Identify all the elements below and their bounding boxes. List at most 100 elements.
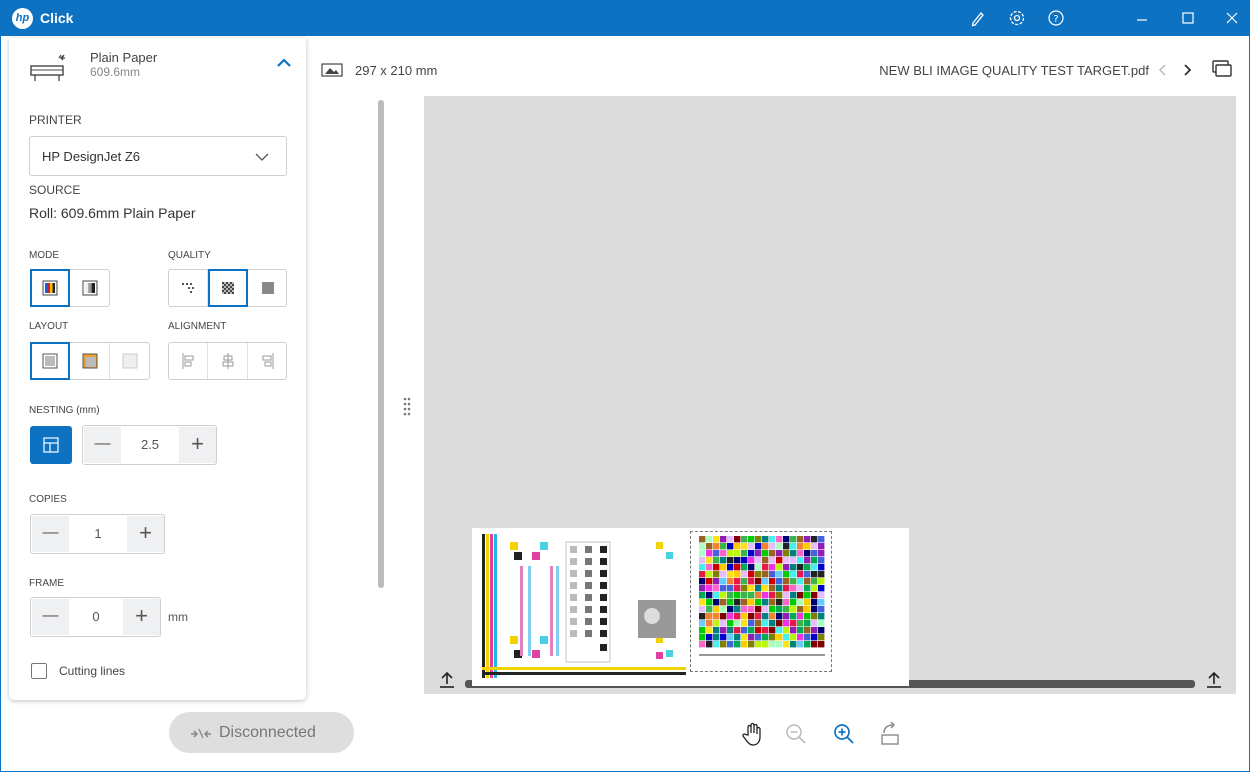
color-patch [720, 536, 727, 543]
color-patch [706, 627, 713, 634]
align-left-button[interactable] [169, 343, 208, 379]
cutting-lines-checkbox[interactable] [31, 663, 47, 679]
color-patch [699, 606, 706, 613]
multiple-files-icon[interactable] [1211, 59, 1233, 79]
color-patch [762, 613, 769, 620]
next-file-chevron-icon[interactable] [1181, 62, 1195, 78]
copies-decrement-button[interactable]: — [32, 516, 69, 552]
color-patch [741, 599, 748, 606]
color-patch [776, 592, 783, 599]
copies-increment-button[interactable]: + [127, 516, 164, 552]
copies-value[interactable]: 1 [69, 515, 127, 553]
alignment-group [168, 342, 287, 380]
color-patch [713, 557, 720, 564]
pan-hand-icon[interactable] [740, 721, 766, 747]
pen-icon[interactable] [968, 8, 988, 28]
color-patch [720, 634, 727, 641]
color-patch [804, 571, 811, 578]
zoom-out-icon[interactable] [784, 722, 808, 746]
frame-decrement-button[interactable]: — [32, 599, 69, 635]
color-patch [713, 606, 720, 613]
quality-normal-button[interactable] [208, 269, 248, 307]
color-patch [706, 564, 713, 571]
color-patch [811, 536, 818, 543]
layout-group [30, 342, 150, 380]
color-patch [811, 543, 818, 550]
test-target-page-1[interactable] [480, 532, 688, 682]
color-patch [776, 585, 783, 592]
printer-select[interactable]: HP DesignJet Z6 [29, 136, 287, 176]
nesting-toggle-button[interactable] [30, 426, 72, 464]
fit-to-page-icon [82, 353, 97, 369]
color-patch [720, 592, 727, 599]
mode-color-button[interactable] [30, 269, 70, 307]
resize-handle-icon[interactable] [402, 396, 412, 418]
color-patch [706, 599, 713, 606]
help-icon[interactable]: ? [1046, 8, 1066, 28]
color-patch [748, 557, 755, 564]
color-patch [769, 620, 776, 627]
frame-value[interactable]: 0 [69, 598, 123, 636]
color-patch [755, 606, 762, 613]
printed-sheet-preview[interactable] [472, 528, 909, 686]
color-patch [706, 557, 713, 564]
color-patch [755, 634, 762, 641]
color-patch [748, 599, 755, 606]
color-patch [811, 578, 818, 585]
color-patch [804, 606, 811, 613]
color-patch [755, 578, 762, 585]
rotate-icon[interactable] [878, 721, 902, 747]
layout-fit-button[interactable] [70, 343, 110, 379]
color-patch [727, 557, 734, 564]
panel-scrollbar[interactable] [378, 100, 384, 588]
previous-file-chevron-icon[interactable] [1155, 62, 1169, 78]
cutting-lines-label: Cutting lines [59, 664, 126, 678]
test-target-page-2[interactable] [690, 531, 832, 672]
color-patch [804, 578, 811, 585]
gear-icon[interactable] [1007, 8, 1027, 28]
layout-custom-button[interactable] [110, 343, 150, 379]
quality-best-button[interactable] [248, 270, 287, 306]
color-patch [818, 634, 825, 641]
mode-grayscale-button[interactable] [70, 270, 110, 306]
color-patch [748, 620, 755, 627]
color-patch [755, 564, 762, 571]
color-patch [804, 557, 811, 564]
nesting-increment-button[interactable]: + [179, 427, 216, 463]
color-patch [776, 550, 783, 557]
color-patch [727, 571, 734, 578]
layout-actual-size-button[interactable] [30, 342, 70, 380]
color-patch [811, 557, 818, 564]
upload-right-icon[interactable] [1205, 670, 1223, 690]
align-right-button[interactable] [248, 343, 287, 379]
color-patch [790, 620, 797, 627]
color-patch [706, 613, 713, 620]
nesting-value[interactable]: 2.5 [121, 426, 179, 464]
nesting-decrement-button[interactable]: — [84, 427, 121, 463]
minimize-icon[interactable] [1132, 8, 1152, 28]
color-patch [713, 620, 720, 627]
connection-status-button[interactable]: Disconnected [169, 712, 354, 753]
color-patch [762, 606, 769, 613]
maximize-icon[interactable] [1178, 8, 1198, 28]
align-center-button[interactable] [208, 343, 248, 379]
color-patch [797, 585, 804, 592]
frame-increment-button[interactable]: + [123, 599, 160, 635]
color-patch [713, 599, 720, 606]
zoom-in-icon[interactable] [832, 722, 856, 746]
color-patch [790, 550, 797, 557]
color-patch [699, 557, 706, 564]
color-patch [706, 606, 713, 613]
close-icon[interactable] [1222, 8, 1242, 28]
collapse-chevron-up-icon[interactable] [275, 56, 293, 70]
color-patch [727, 536, 734, 543]
color-patch [734, 550, 741, 557]
quality-draft-button[interactable] [169, 270, 208, 306]
color-patch [762, 599, 769, 606]
color-patch [741, 550, 748, 557]
color-patch [804, 641, 811, 648]
upload-left-icon[interactable] [438, 670, 456, 690]
color-patch [804, 620, 811, 627]
color-patch [748, 571, 755, 578]
paper-width: 609.6mm [90, 65, 141, 79]
